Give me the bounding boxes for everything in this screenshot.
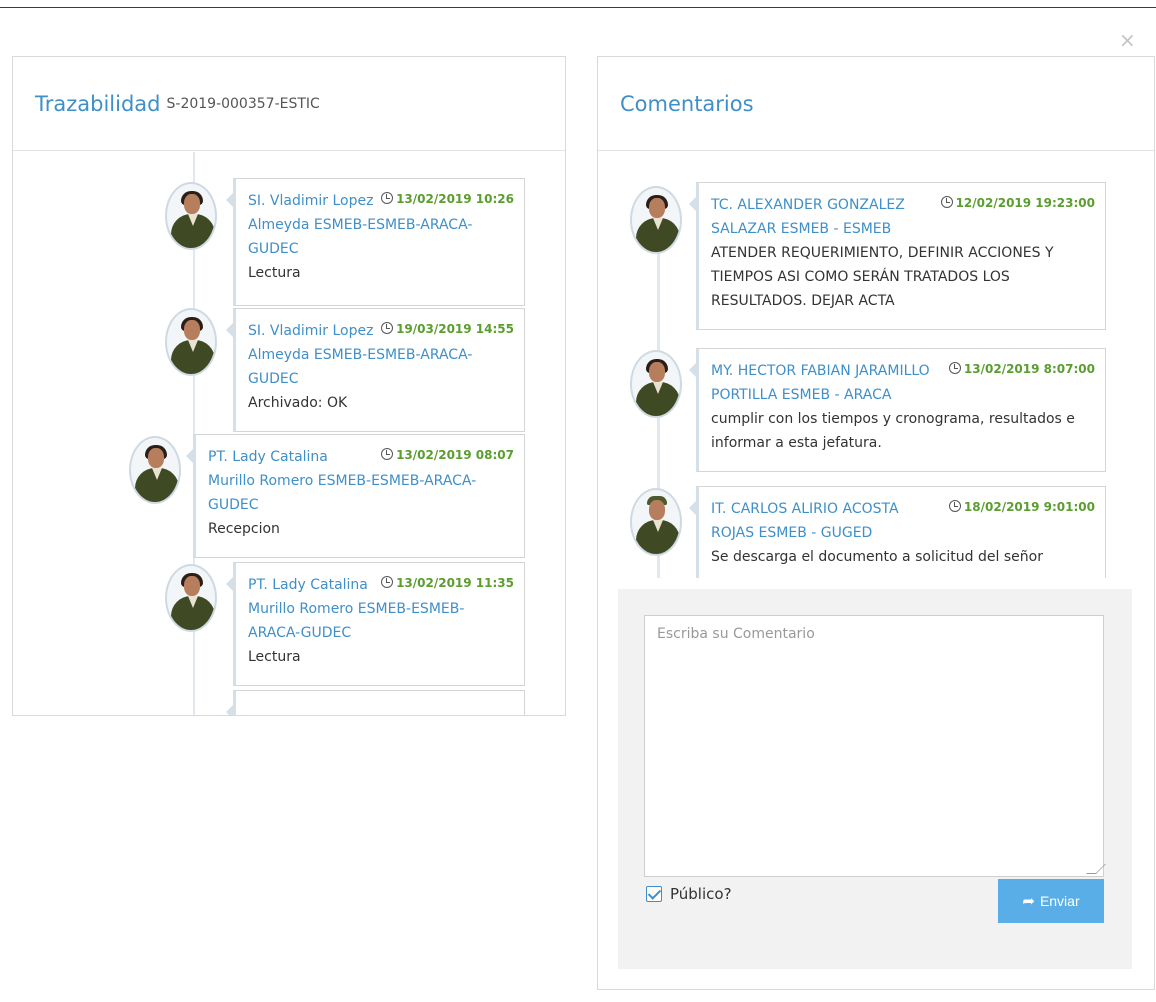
- timeline-card: 19/03/2019 14:55 SI. Vladimir Lopez Alme…: [226, 308, 525, 432]
- panel-title: Comentarios: [620, 91, 754, 116]
- clock-icon: [381, 192, 394, 204]
- timestamp: 18/02/2019 9:01:00: [948, 497, 1095, 517]
- clock-icon: [381, 576, 394, 588]
- avatar: [165, 182, 217, 250]
- comment-composer: Escriba su Comentario Público? ➦ Enviar: [618, 589, 1132, 969]
- timestamp: 12/02/2019 19:23:00: [940, 193, 1095, 213]
- avatar: [630, 488, 682, 556]
- timestamp: 13/02/2019 08:07: [381, 445, 514, 465]
- comment-input[interactable]: Escriba su Comentario: [644, 615, 1106, 877]
- panel-title: Trazabilidad: [35, 91, 161, 116]
- action-text: Archivado: OK: [248, 395, 348, 411]
- action-text: Lectura: [248, 649, 301, 665]
- clock-icon: [948, 362, 961, 374]
- timestamp: 19/03/2019 14:55: [381, 319, 514, 339]
- clock-icon: [948, 500, 961, 512]
- public-label: Público?: [670, 885, 732, 903]
- send-button[interactable]: ➦ Enviar: [998, 879, 1104, 923]
- document-code: S-2019-000357-ESTIC: [166, 95, 320, 112]
- resize-handle-icon[interactable]: [1086, 864, 1106, 874]
- action-text: Recepcion: [208, 521, 280, 537]
- clock-icon: [381, 448, 394, 460]
- avatar: [165, 564, 217, 632]
- traceability-timeline[interactable]: 13/02/2019 10:26 SI. Vladimir Lopez Alme…: [13, 152, 565, 715]
- public-option[interactable]: Público?: [646, 885, 732, 903]
- comments-list[interactable]: 12/02/2019 19:23:00 TC. ALEXANDER GONZAL…: [598, 152, 1154, 578]
- share-arrow-icon: ➦: [1022, 893, 1035, 910]
- avatar: [630, 350, 682, 418]
- public-checkbox[interactable]: [646, 886, 662, 902]
- timestamp: 13/02/2019 11:35: [381, 573, 514, 593]
- comment-placeholder: Escriba su Comentario: [657, 626, 815, 642]
- timeline-card: 13/02/2019 10:26 SI. Vladimir Lopez Alme…: [226, 178, 525, 306]
- clock-icon: [381, 322, 394, 334]
- comment-card: 18/02/2019 9:01:00 IT. CARLOS ALIRIO ACO…: [689, 486, 1106, 578]
- comment-text: cumplir con los tiempos y cronograma, re…: [711, 411, 1075, 451]
- close-icon[interactable]: ×: [1119, 30, 1136, 50]
- comment-text: Se descarga el documento a solicitud del…: [711, 549, 1043, 565]
- avatar: [165, 308, 217, 376]
- timeline-card: 13/02/2019 11:35 PT. Lady Catalina Muril…: [226, 562, 525, 686]
- timestamp: 13/02/2019 8:07:00: [948, 359, 1095, 379]
- comment-card: 13/02/2019 8:07:00 MY. HECTOR FABIAN JAR…: [689, 348, 1106, 472]
- send-label: Enviar: [1039, 893, 1080, 909]
- comments-header: Comentarios: [598, 57, 1154, 151]
- traceability-header: Trazabilidad S-2019-000357-ESTIC: [13, 57, 565, 151]
- comment-card: 12/02/2019 19:23:00 TC. ALEXANDER GONZAL…: [689, 182, 1106, 330]
- avatar: [630, 186, 682, 254]
- traceability-panel: Trazabilidad S-2019-000357-ESTIC 13/02/2…: [12, 56, 566, 716]
- avatar: [129, 436, 181, 504]
- timeline-card: 13/02/2019 08:07 PT. Lady Catalina Muril…: [186, 434, 525, 558]
- action-text: Lectura: [248, 265, 301, 281]
- timestamp: 13/02/2019 10:26: [381, 189, 514, 209]
- clock-icon: [940, 196, 953, 208]
- timeline-card-partial: [226, 690, 525, 715]
- comment-text: ATENDER REQUERIMIENTO, DEFINIR ACCIONES …: [711, 245, 1054, 309]
- top-bar: [0, 0, 1156, 8]
- comments-panel: Comentarios 12/02/2019 19:23:00 TC. ALEX…: [597, 56, 1155, 990]
